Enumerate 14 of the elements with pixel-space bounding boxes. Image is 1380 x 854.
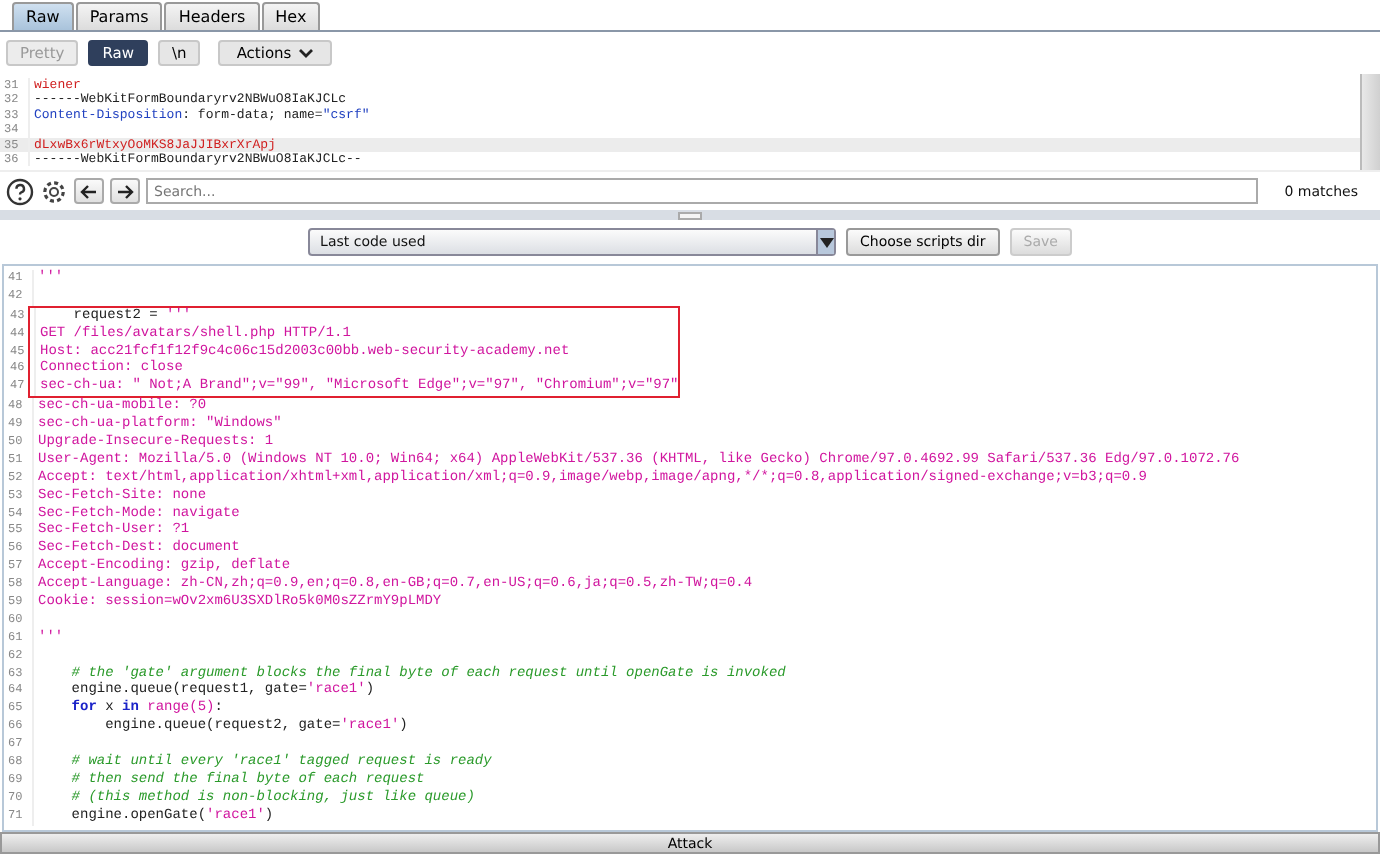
tab[interactable]: Raw xyxy=(12,2,74,30)
chevron-icon xyxy=(297,47,314,59)
tab[interactable]: Headers xyxy=(164,2,260,30)
right-arrow-icon xyxy=(116,183,134,199)
tab[interactable]: Hex xyxy=(261,2,321,30)
back-button[interactable] xyxy=(74,178,104,204)
left-arrow-icon xyxy=(80,183,98,199)
splitter-handle[interactable] xyxy=(678,211,702,219)
help-icon[interactable] xyxy=(6,177,34,205)
settings-icon[interactable] xyxy=(40,177,68,205)
scrollbar[interactable] xyxy=(1360,74,1380,170)
forward-button[interactable] xyxy=(110,178,140,204)
tab[interactable]: Params xyxy=(75,2,163,30)
dropdown-arrow-icon xyxy=(819,237,834,247)
